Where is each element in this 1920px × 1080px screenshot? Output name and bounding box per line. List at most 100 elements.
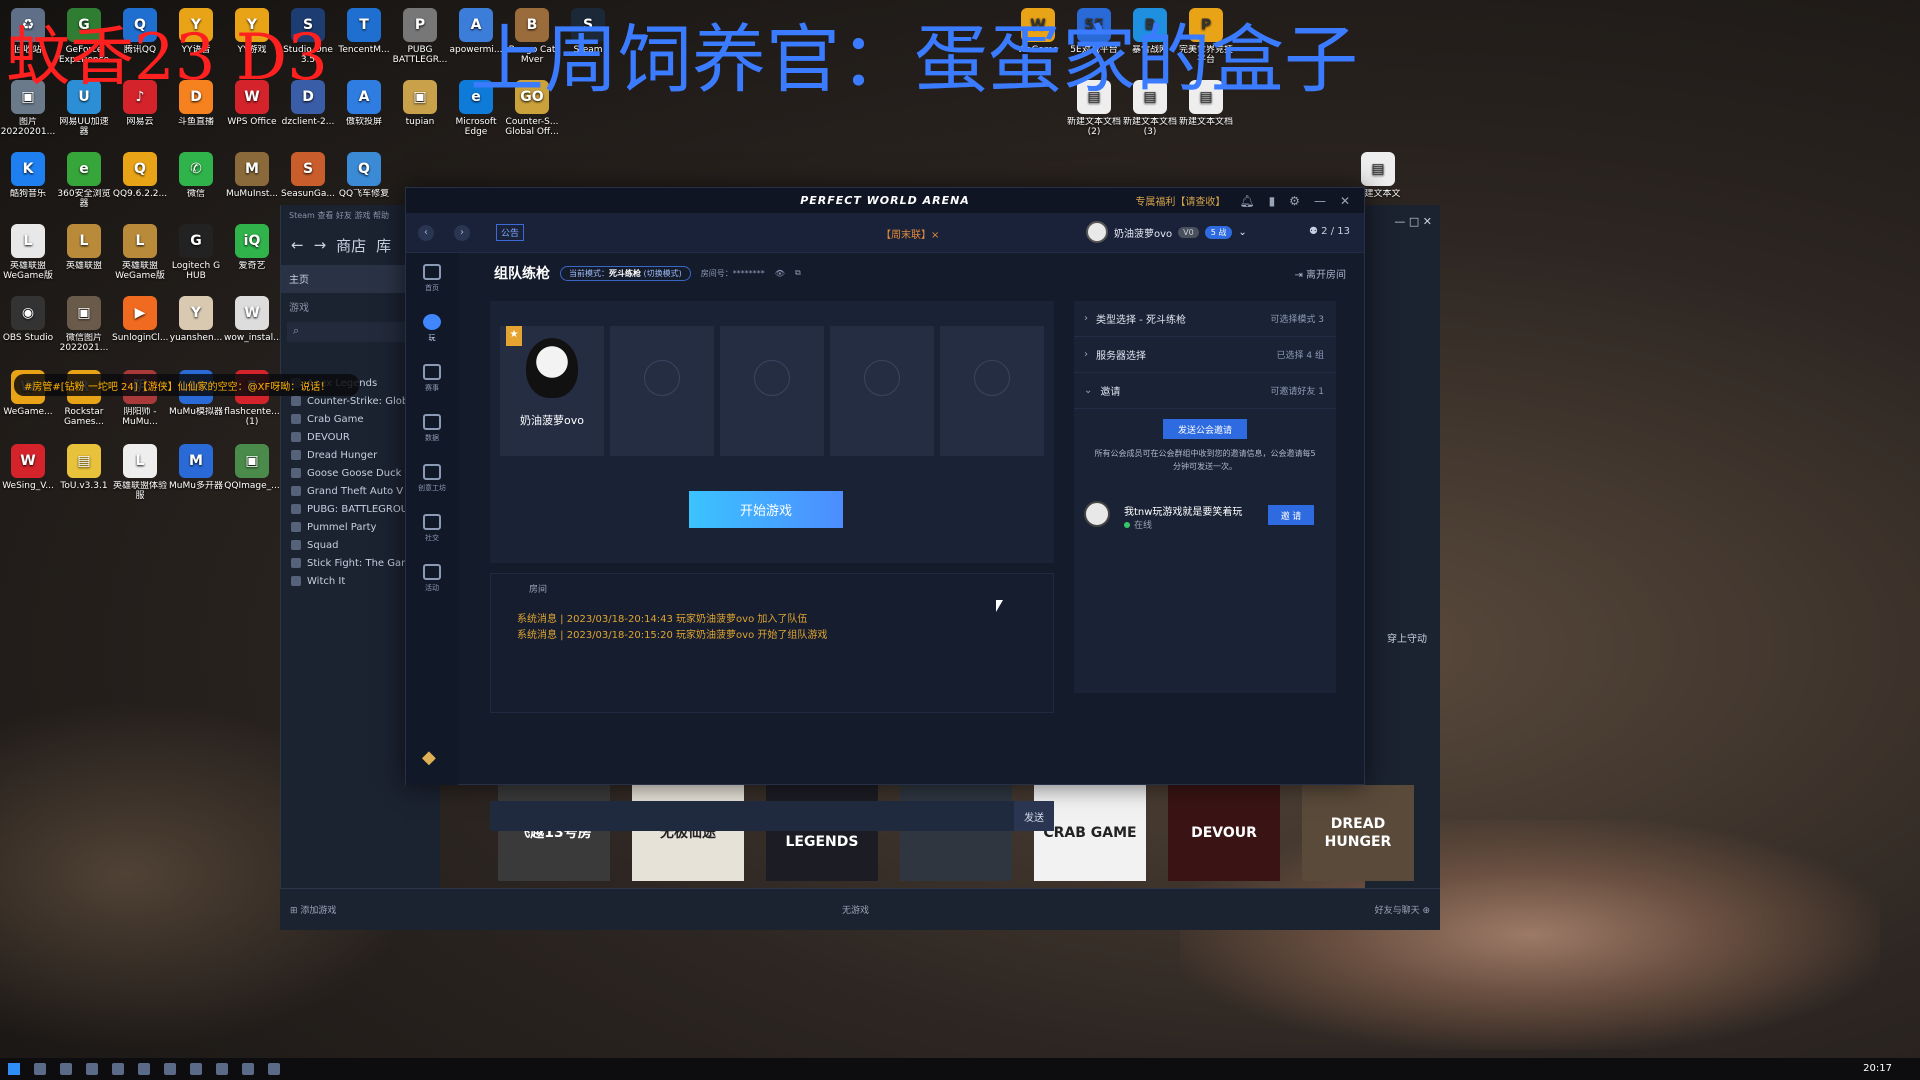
desktop-icon[interactable]: ▶ SunloginCl...	[112, 296, 168, 343]
search-icon: ⌕	[293, 324, 300, 337]
team-slot-filled[interactable]: ★ 奶油菠萝ovo	[500, 326, 604, 456]
desktop-icon[interactable]: S SeasunGa...	[280, 152, 336, 199]
copy-icon[interactable]: ⧉	[795, 268, 801, 278]
promo-link[interactable]: 专属福利【请查收】	[1135, 193, 1225, 208]
taskbar-app-icon[interactable]	[112, 1063, 124, 1075]
desktop-icon[interactable]: ◉ OBS Studio	[0, 296, 56, 343]
sidebar-item[interactable]: 创意工坊	[406, 453, 458, 503]
desktop-icon[interactable]: L 英雄联盟 WeGame版	[112, 224, 168, 281]
mode-pill[interactable]: 当前模式：死斗练枪 (切换模式)	[560, 265, 691, 281]
desktop-icon[interactable]: ▣ tupian	[392, 80, 448, 127]
empty-slot-ring	[974, 360, 1010, 396]
taskbar-app-icon[interactable]	[268, 1063, 280, 1075]
desktop-icon[interactable]: M MuMu多开器	[168, 444, 224, 491]
desktop-icon[interactable]: G Logitech G HUB	[168, 224, 224, 281]
desktop-icon[interactable]: K 酷狗音乐	[0, 152, 56, 199]
game-tile[interactable]: 无极仙途	[632, 785, 744, 881]
settings-icon[interactable]: ⚙	[1289, 194, 1300, 208]
sidebar-item[interactable]: 数据	[406, 403, 458, 453]
server-select-row[interactable]: › 服务器选择 已选择 4 组	[1074, 337, 1336, 373]
team-slot-empty[interactable]	[610, 326, 714, 456]
minimize-icon[interactable]: —	[1314, 194, 1326, 208]
desktop-icon-label: MuMu模拟器	[169, 407, 223, 417]
game-tile[interactable]: 飞越13号房	[498, 785, 610, 881]
chat-tab-room[interactable]: 房间	[529, 582, 547, 595]
invite-row[interactable]: ⌄ 邀请 可邀请好友 1	[1074, 373, 1336, 409]
close-icon[interactable]: ✕	[1340, 194, 1350, 208]
add-game-button[interactable]: ⊞ 添加游戏	[290, 903, 336, 916]
taskbar-app-icon[interactable]	[60, 1063, 72, 1075]
team-slot-empty[interactable]	[830, 326, 934, 456]
back-arrow-icon[interactable]: ←	[291, 236, 304, 254]
sidebar-item[interactable]: 首页	[406, 253, 458, 303]
team-slot-empty[interactable]	[720, 326, 824, 456]
forward-arrow-icon[interactable]: →	[314, 236, 327, 254]
send-guild-invite-button[interactable]: 发送公会邀请	[1163, 419, 1247, 439]
start-game-button[interactable]: 开始游戏	[689, 491, 843, 528]
desktop-icon[interactable]: Wwow_instal...	[224, 296, 280, 343]
sidebar-item[interactable]: 赛事	[406, 353, 458, 403]
desktop-icon[interactable]: ▣ 微信图片 2022021...	[56, 296, 112, 353]
weekend-tab[interactable]: 【周末联】×	[881, 226, 939, 241]
friend-avatar[interactable]	[1084, 501, 1110, 527]
window-controls[interactable]: — □ ✕	[1394, 215, 1432, 228]
taskbar-app-icon[interactable]	[190, 1063, 202, 1075]
desktop-icon[interactable]: M MuMuInst...	[224, 152, 280, 199]
desktop-icon[interactable]: ▣ QQImage_...	[224, 444, 280, 491]
desktop-icon[interactable]: e 360安全浏览器	[56, 152, 112, 209]
taskbar-app-icon[interactable]	[86, 1063, 98, 1075]
sidebar-item[interactable]: 社交	[406, 503, 458, 553]
windows-start-icon[interactable]	[8, 1063, 20, 1075]
sidebar-item[interactable]: 玩	[406, 303, 458, 353]
desktop-icon[interactable]: Yyuanshen...	[168, 296, 224, 343]
desktop-icon[interactable]: P PUBG BATTLEGR...	[392, 8, 448, 65]
desktop-icon-label: QQ9.6.2.2...	[112, 189, 168, 199]
mode-switch-link[interactable]: (切换模式)	[644, 269, 682, 278]
user-profile[interactable]: 奶油菠萝ovo V0 5 战 ⌄	[1086, 221, 1247, 243]
invite-friend-button[interactable]: 邀 请	[1268, 505, 1314, 525]
game-icon	[291, 522, 301, 532]
sidebar-item[interactable]: 活动	[406, 553, 458, 603]
desktop-icon[interactable]: Q QQ9.6.2.2...	[112, 152, 168, 199]
game-tile[interactable]: DREAD HUNGER	[1302, 785, 1414, 881]
desktop-icon[interactable]: A 傲软投屏	[336, 80, 392, 127]
send-button[interactable]: 发送	[1014, 801, 1054, 831]
desktop-icon[interactable]: iQ 爱奇艺	[224, 224, 280, 271]
team-slot-empty[interactable]	[940, 326, 1044, 456]
desktop-icon[interactable]: L 英雄联盟 WeGame版	[0, 224, 56, 281]
taskbar-app-icon[interactable]	[216, 1063, 228, 1075]
game-tile[interactable]: DEVOUR	[1168, 785, 1280, 881]
chevron-down-icon[interactable]: ⌄	[1238, 227, 1246, 238]
leave-room-button[interactable]: ⇥ 离开房间	[1294, 266, 1346, 281]
chat-input[interactable]	[490, 801, 1014, 831]
desktop-icon[interactable]: T TencentM...	[336, 8, 392, 55]
bell-icon[interactable]: 🔔︎	[1239, 194, 1254, 208]
steam-store-tab[interactable]: 商店	[336, 235, 366, 256]
forward-icon[interactable]: ›	[454, 224, 470, 241]
desktop-icon[interactable]: W WeSing_V...	[0, 444, 56, 491]
desktop-icon[interactable]: L 英雄联盟体验服	[112, 444, 168, 501]
taskbar-app-icon[interactable]	[138, 1063, 150, 1075]
signal-icon[interactable]: ▮	[1269, 194, 1276, 208]
taskbar-app-icon[interactable]	[164, 1063, 176, 1075]
avatar[interactable]	[1086, 221, 1108, 243]
type-select-row[interactable]: › 类型选择 - 死斗练枪 可选择模式 3	[1074, 301, 1336, 337]
eye-icon[interactable]: 👁︎	[775, 269, 785, 278]
back-icon[interactable]: ‹	[418, 224, 434, 241]
steam-library-tab[interactable]: 库	[376, 235, 391, 256]
taskbar-app-icon[interactable]	[242, 1063, 254, 1075]
taskbar-app-icon[interactable]	[34, 1063, 46, 1075]
game-tile[interactable]: APEX LEGENDS	[766, 785, 878, 881]
app-icon: ▣	[403, 80, 437, 114]
desktop-icon[interactable]: L 英雄联盟	[56, 224, 112, 271]
desktop-icon[interactable]: Q QQ飞车修复	[336, 152, 392, 199]
diamond-icon[interactable]: ◆	[422, 747, 444, 768]
game-icon	[291, 450, 301, 460]
desktop-icon[interactable]: ▤ ToU.v3.3.1	[56, 444, 112, 491]
friends-chat-button[interactable]: 好友与聊天 ⊕	[1375, 903, 1430, 916]
game-tile[interactable]	[900, 785, 1012, 881]
game-tile[interactable]: CRAB GAME	[1034, 785, 1146, 881]
notice-button[interactable]: 公告	[496, 224, 525, 241]
desktop-icon[interactable]: ✆ 微信	[168, 152, 224, 199]
pwa-sidebar: 首页玩赛事 数据 创意工坊 社交 活动 ◆	[406, 253, 458, 785]
